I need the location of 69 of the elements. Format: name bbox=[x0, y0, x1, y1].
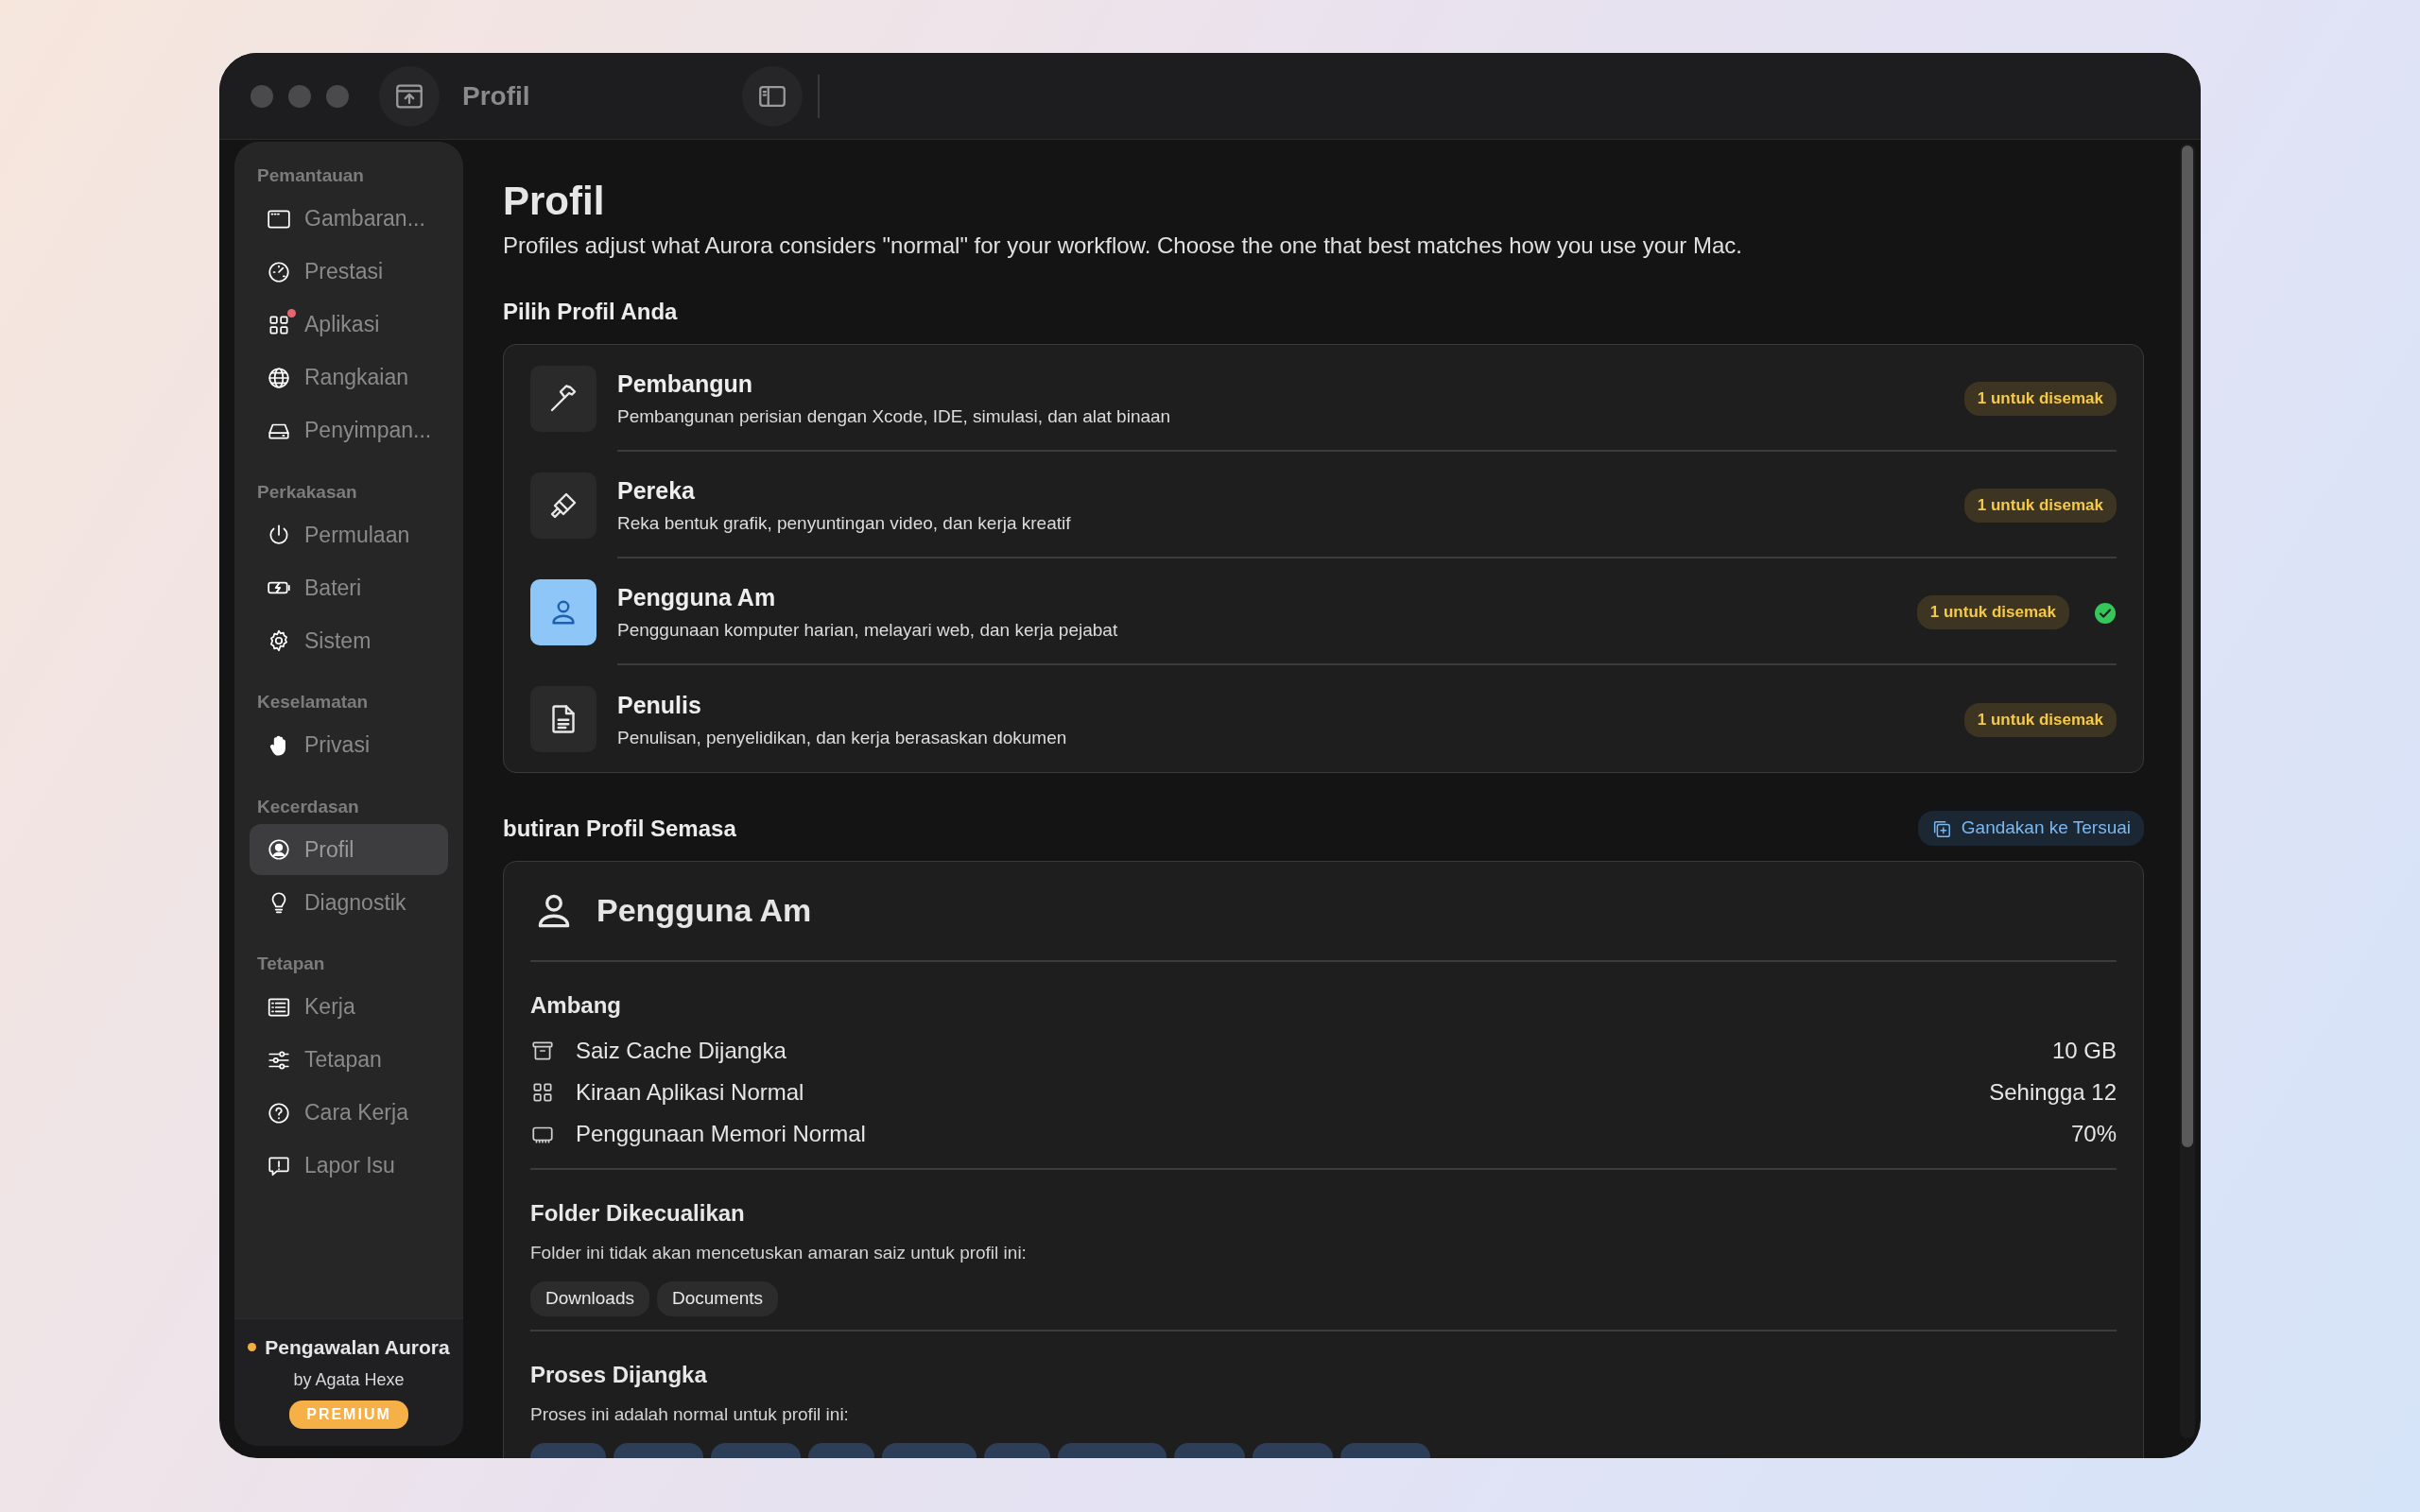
sidebar-item[interactable]: Cara Kerja bbox=[250, 1087, 448, 1139]
sidebar-item[interactable]: Aplikasi bbox=[250, 299, 448, 351]
folder-tag: Documents bbox=[657, 1281, 779, 1316]
sidebar-item[interactable]: Tetapan bbox=[250, 1034, 448, 1086]
sidebar-item[interactable]: Prestasi bbox=[250, 246, 448, 298]
section-heading: Perkakasan bbox=[256, 480, 358, 504]
sidebar-item[interactable]: Privasi bbox=[250, 719, 448, 771]
threshold-label: Saiz Cache Dijangka bbox=[576, 1036, 786, 1065]
section-note: Proses ini adalah normal untuk profil ini: bbox=[530, 1402, 850, 1426]
section-heading: Keselamatan bbox=[256, 691, 370, 713]
duplicate-button[interactable]: Gandakan ke Tersuai bbox=[1917, 811, 2144, 846]
folder-tag: Downloads bbox=[530, 1281, 649, 1316]
person-icon bbox=[267, 837, 291, 862]
subsection-heading: Folder Dikecualikan bbox=[530, 1198, 746, 1228]
scrollbar-thumb[interactable] bbox=[2182, 146, 2193, 1147]
globe-icon bbox=[267, 365, 291, 390]
sidebar-item[interactable]: Gambaran... bbox=[250, 193, 448, 245]
author-text: by Agata Hexe bbox=[292, 1369, 406, 1391]
profile-name: Pengguna Am bbox=[596, 891, 812, 931]
help-icon bbox=[267, 1100, 291, 1125]
sidebar-item[interactable]: Lapor Isu bbox=[250, 1140, 448, 1192]
profile-name: Penulis bbox=[617, 690, 702, 720]
section-heading: Pemantauan bbox=[256, 164, 365, 187]
threshold-label: Penggunaan Memori Normal bbox=[576, 1119, 866, 1148]
review-count-badge: 1 untuk disemak bbox=[1963, 703, 2117, 737]
page-title: Profil bbox=[503, 178, 606, 225]
sidebar-item[interactable]: Rangkaian bbox=[250, 352, 448, 404]
premium-badge: PREMIUM bbox=[289, 1400, 408, 1429]
subsection-heading: Ambang bbox=[530, 990, 622, 1020]
page-description: Profiles adjust what Aurora considers "normal" for your workflow. Choose the one that best matches how you use your Mac. bbox=[503, 232, 1743, 261]
threshold-value: 10 GB bbox=[2051, 1036, 2117, 1065]
window-control-button[interactable] bbox=[251, 84, 273, 108]
threshold-label: Kiraan Aplikasi Normal bbox=[576, 1077, 804, 1107]
app-name: Pengawalan Aurora bbox=[265, 1334, 450, 1360]
gauge-icon bbox=[267, 259, 291, 284]
window-title: Profil bbox=[462, 79, 530, 112]
section-heading: Kecerdasan bbox=[256, 795, 360, 818]
section-heading: Pilih Profil Anda bbox=[503, 298, 679, 327]
sidebar-item[interactable]: Penyimpan... bbox=[250, 404, 448, 456]
section-heading: butiran Profil Semasa bbox=[503, 814, 736, 843]
profile-name: Pereka bbox=[617, 475, 697, 506]
status-dot bbox=[248, 1342, 257, 1351]
sidebar-item[interactable]: Kerja bbox=[250, 981, 448, 1033]
threshold-value: 70% bbox=[2070, 1119, 2117, 1148]
profile-option[interactable]: Pembangun Pembangunan perisian dengan Xcode, IDE, simulasi, dan alat binaan 1 untuk disemak bbox=[504, 345, 2143, 453]
profile-option[interactable]: Pengguna Am Penggunaan komputer harian, melayari web, dan kerja pejabat 1 untuk disemak bbox=[504, 558, 2143, 666]
review-count-badge: 1 untuk disemak bbox=[1916, 595, 2069, 629]
checkmark-icon bbox=[2094, 601, 2117, 625]
subsection-heading: Proses Dijangka bbox=[530, 1360, 708, 1389]
threshold-value: Sehingga 12 bbox=[1989, 1077, 2117, 1107]
sidebar-item[interactable]: Permulaan bbox=[250, 509, 448, 560]
profile-description: Pembangunan perisian dengan Xcode, IDE, simulasi, dan alat binaan bbox=[617, 405, 1172, 429]
section-heading: Tetapan bbox=[256, 953, 326, 975]
review-count-badge: 1 untuk disemak bbox=[1963, 382, 2117, 416]
sidebar-item[interactable]: Profil bbox=[250, 824, 448, 875]
review-count-badge: 1 untuk disemak bbox=[1963, 489, 2117, 523]
profile-option[interactable]: Penulis Penulisan, penyelidikan, dan kerja berasaskan dokumen 1 untuk disemak bbox=[504, 665, 2143, 773]
profile-name: Pembangun bbox=[617, 369, 754, 399]
sidebar-item[interactable]: Bateri bbox=[250, 562, 448, 613]
profile-description: Reka bentuk grafik, penyuntingan video, dan kerja kreatif bbox=[617, 512, 1072, 536]
window-control-button[interactable] bbox=[326, 84, 349, 108]
profile-description: Penggunaan komputer harian, melayari web, dan kerja pejabat bbox=[617, 619, 1119, 643]
section-note: Folder ini tidak akan mencetuskan amaran saiz untuk profil ini: bbox=[530, 1241, 1028, 1264]
profile-option[interactable]: Pereka Reka bentuk grafik, penyuntingan video, dan kerja kreatif 1 untuk disemak bbox=[504, 452, 2143, 559]
window-control-button[interactable] bbox=[288, 84, 311, 108]
sidebar-item[interactable]: Sistem bbox=[250, 615, 448, 666]
sidebar-item[interactable]: Diagnostik bbox=[250, 877, 448, 928]
profile-description: Penulisan, penyelidikan, dan kerja berasaskan dokumen bbox=[617, 727, 1068, 750]
profile-name: Pengguna Am bbox=[617, 582, 777, 612]
